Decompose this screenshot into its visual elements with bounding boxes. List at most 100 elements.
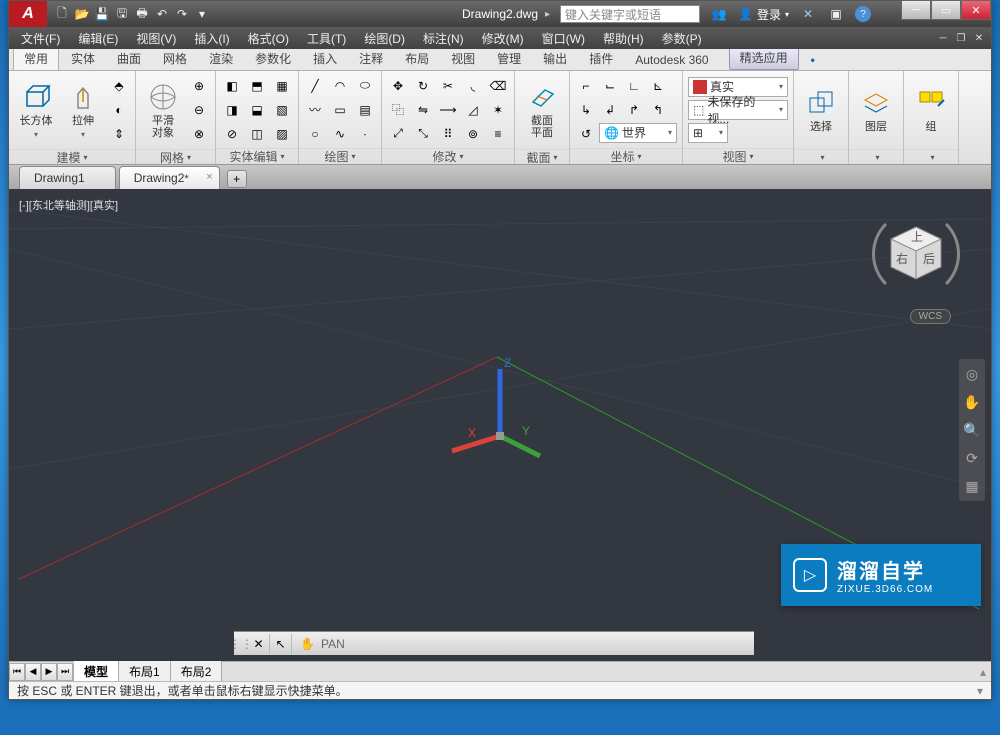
menu-file[interactable]: 文件(F) [13,28,68,49]
ribbon-tab-layout[interactable]: 布局 [395,47,439,70]
qat-open-icon[interactable]: 📂 [73,5,91,23]
se-2-icon[interactable]: ◨ [221,99,243,121]
ribbon-tab-render[interactable]: 渲染 [199,47,243,70]
qat-undo-icon[interactable]: ↶ [153,5,171,23]
align-icon[interactable]: ≡ [487,123,509,145]
presspull-icon[interactable]: ⇕ [108,123,130,145]
qat-save-icon[interactable]: 💾 [93,5,111,23]
pline-icon[interactable]: 〰 [304,99,326,121]
ucs-2-icon[interactable]: ⌙ [599,75,621,97]
ribbon-tab-param[interactable]: 参数化 [245,47,301,70]
maximize-button[interactable]: ▭ [931,0,961,20]
close-button[interactable]: ✕ [961,0,991,20]
spline-icon[interactable]: ∿ [329,123,351,145]
ucs-4-icon[interactable]: ⊾ [647,75,669,97]
steering-wheel-icon[interactable]: ◎ [963,365,981,383]
mirror-icon[interactable]: ⇋ [412,99,434,121]
layers-button[interactable]: 图层 [854,74,898,146]
se-1-icon[interactable]: ◧ [221,75,243,97]
mesh-more2-icon[interactable]: ⊖ [188,99,210,121]
copy-icon[interactable]: ⿻ [387,99,409,121]
polysolid-icon[interactable]: ⬘ [108,75,130,97]
help-icon[interactable]: ? [855,6,871,22]
ucs-6-icon[interactable]: ↲ [599,99,621,121]
doc-close-button[interactable]: ✕ [971,31,987,45]
ribbon-tab-view[interactable]: 视图 [441,47,485,70]
wcs-badge[interactable]: WCS [910,309,951,324]
ucs-7-icon[interactable]: ↱ [623,99,645,121]
qat-new-icon[interactable]: 🗋 [53,5,71,23]
menu-view[interactable]: 视图(V) [128,28,184,49]
erase-icon[interactable]: ⌫ [487,75,509,97]
ribbon-tab-surface[interactable]: 曲面 [107,47,151,70]
ucs-8-icon[interactable]: ↰ [647,99,669,121]
se-7-icon[interactable]: ▦ [271,75,293,97]
menu-format[interactable]: 格式(O) [240,28,297,49]
arc-icon[interactable]: ◠ [329,75,351,97]
ucs-3-icon[interactable]: ∟ [623,75,645,97]
stretch-icon[interactable]: ⤢ [387,123,409,145]
qat-redo-icon[interactable]: ↷ [173,5,191,23]
lt-next-icon[interactable]: ▶ [41,663,57,681]
ellipse-icon[interactable]: ⬭ [354,75,376,97]
se-3-icon[interactable]: ⊘ [221,123,243,145]
rotate-icon[interactable]: ↻ [412,75,434,97]
explode-icon[interactable]: ✶ [487,99,509,121]
search-input[interactable]: 键入关键字或短语 [560,5,700,23]
menu-dim[interactable]: 标注(N) [415,28,472,49]
line-icon[interactable]: ╱ [304,75,326,97]
menu-params[interactable]: 参数(P) [654,28,710,49]
exchange-icon[interactable]: ✕ [799,5,817,23]
close-tab-icon[interactable]: × [206,171,212,183]
lt-last-icon[interactable]: ⏭ [57,663,73,681]
mesh-more1-icon[interactable]: ⊕ [188,75,210,97]
trim-icon[interactable]: ✂ [437,75,459,97]
status-scroll-down-icon[interactable]: ▾ [977,684,983,698]
fillet-icon[interactable]: ◟ [462,75,484,97]
ribbon-tab-output[interactable]: 输出 [533,47,577,70]
ribbon-tab-solid[interactable]: 实体 [61,47,105,70]
mesh-more3-icon[interactable]: ⊗ [188,123,210,145]
rect-icon[interactable]: ▭ [329,99,351,121]
menu-draw[interactable]: 绘图(D) [356,28,413,49]
se-5-icon[interactable]: ⬓ [246,99,268,121]
ucs-5-icon[interactable]: ↳ [575,99,597,121]
menu-help[interactable]: 帮助(H) [595,28,652,49]
file-tab-1[interactable]: Drawing1 [19,166,116,189]
circle-icon[interactable]: ○ [304,123,326,145]
qat-saveas-icon[interactable]: 🖫 [113,5,131,23]
doc-minimize-button[interactable]: ─ [935,31,951,45]
extrude-button[interactable]: 拉伸 ▾ [61,74,105,146]
ribbon-tab-insert[interactable]: 插入 [303,47,347,70]
extend-icon[interactable]: ⟶ [437,99,459,121]
search-icon[interactable]: 👥 [710,5,728,23]
menu-tools[interactable]: 工具(T) [299,28,354,49]
login-button[interactable]: 👤 登录 ▾ [738,6,789,23]
se-4-icon[interactable]: ⬒ [246,75,268,97]
cloud-icon[interactable]: ▣ [827,5,845,23]
menu-modify[interactable]: 修改(M) [474,28,532,49]
smooth-button[interactable]: 平滑 对象 [141,74,185,146]
zoom-icon[interactable]: 🔍 [963,421,981,439]
cmd-close-icon[interactable]: ✕ [248,634,270,654]
showmotion-icon[interactable]: ▦ [963,477,981,495]
menu-insert[interactable]: 插入(I) [186,28,237,49]
layout-tab-1[interactable]: 布局1 [119,661,171,682]
section-plane-button[interactable]: 截面 平面 [520,74,564,146]
chamfer-icon[interactable]: ◿ [462,99,484,121]
ucs-9-icon[interactable]: ↺ [575,123,597,145]
app-logo-icon[interactable]: A [9,1,47,27]
ribbon-tab-manage[interactable]: 管理 [487,47,531,70]
orbit-icon[interactable]: ⟳ [963,449,981,467]
revolve-icon[interactable]: ◐ [108,99,130,121]
group-button[interactable]: 组 [909,74,953,146]
qat-print-icon[interactable]: 🖶 [133,5,151,23]
lt-prev-icon[interactable]: ◀ [25,663,41,681]
ribbon-tab-annotate[interactable]: 注释 [349,47,393,70]
menu-edit[interactable]: 编辑(E) [70,28,126,49]
minimize-button[interactable]: ─ [901,0,931,20]
ribbon-tab-plugins[interactable]: 插件 [579,47,623,70]
doc-restore-button[interactable]: ❐ [953,31,969,45]
ribbon-tab-mesh[interactable]: 网格 [153,47,197,70]
box-button[interactable]: 长方体 ▾ [14,74,58,146]
